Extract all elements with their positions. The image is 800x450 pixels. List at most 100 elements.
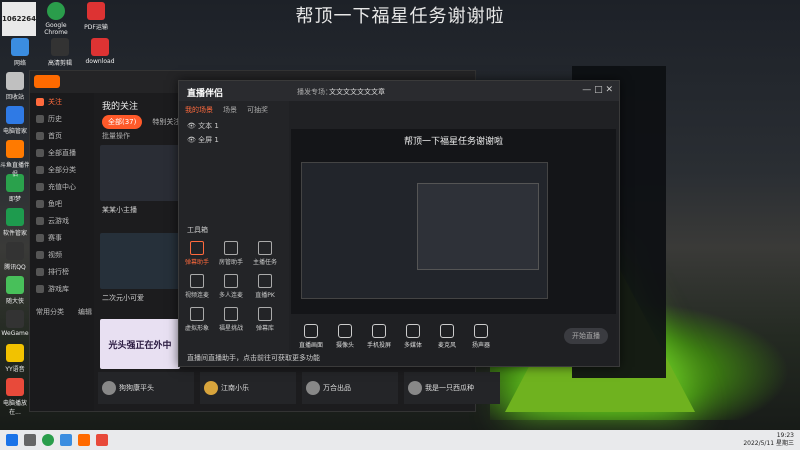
phone-cast-button[interactable]: 手机投屏 [363, 324, 395, 349]
streamer-name[interactable]: 某某小主播 [102, 205, 137, 215]
sidebar-item-video[interactable]: 视频 [30, 246, 94, 263]
edit-link[interactable]: 编辑 [78, 307, 92, 317]
tool-danmaku-lib[interactable]: 弹幕库 [251, 307, 279, 332]
sidebar-item-yuba[interactable]: 鱼吧 [30, 195, 94, 212]
list-item[interactable]: 江南小乐 [200, 372, 296, 404]
sidebar-item-home[interactable]: 首页 [30, 127, 94, 144]
desktop-icon-yy[interactable]: YY语音 [0, 344, 30, 378]
search-icon[interactable] [24, 434, 36, 446]
stream-thumb[interactable] [100, 145, 180, 201]
preview-banner: 帮顶一下福星任务谢谢啦 [403, 137, 503, 147]
sidebar-item-game-lib[interactable]: 游戏库 [30, 280, 94, 297]
desktop-icon-chrome[interactable]: Google Chrome [38, 2, 74, 36]
tab-all[interactable]: 全部(37) [102, 115, 143, 129]
nested-window [417, 183, 539, 270]
mic-button[interactable]: 麦克风 [431, 324, 463, 349]
tool-video-link[interactable]: 视频连麦 [183, 274, 211, 299]
gamepad-icon [36, 284, 44, 293]
tool-pk[interactable]: 直播PK [251, 274, 279, 299]
room-title[interactable]: 文文文文文文文章 [329, 87, 385, 97]
sidebar-item-follow[interactable]: 关注 [30, 93, 94, 110]
sidebar-item-recharge[interactable]: 充值中心 [30, 178, 94, 195]
speaker-icon [474, 324, 488, 338]
group-icon [224, 274, 238, 288]
task-icon [258, 241, 272, 255]
stream-thumb-promo[interactable]: 光头强正在外中 [100, 319, 180, 369]
qq-icon [6, 242, 24, 260]
tab-my-scene[interactable]: 我的场景 [185, 105, 213, 115]
desktop-icon-jimeng[interactable]: 即梦 [0, 174, 30, 208]
speaker-button[interactable]: 扬声器 [465, 324, 497, 349]
corner-id: 1062264 [1, 15, 37, 23]
tool-multi-link[interactable]: 多人连麦 [217, 274, 245, 299]
start-live-button[interactable]: 开始直播 [564, 328, 608, 344]
pdf-icon [87, 2, 105, 20]
sidebar-item-history[interactable]: 历史 [30, 110, 94, 127]
heart-icon [36, 97, 44, 106]
sidebar-item-all-live[interactable]: 全部直播 [30, 144, 94, 161]
notice-text: 直播间直播助手，点击前往可获取更多功能 [187, 354, 320, 362]
desktop-icon-qq[interactable]: 腾讯QQ [0, 242, 30, 276]
edit-app-icon [51, 38, 69, 56]
douyu-logo [34, 75, 60, 88]
trophy-icon [36, 233, 44, 242]
shield-icon [6, 106, 24, 124]
desktop-icon-suidaxia[interactable]: 随大侠 [0, 276, 30, 310]
sidebar-item-events[interactable]: 赛事 [30, 229, 94, 246]
avatar-icon [190, 307, 204, 321]
batch-op[interactable]: 批量操作 [102, 131, 130, 141]
streamer-name[interactable]: 二次元小可爱 [102, 293, 144, 303]
desktop-icon-recycle[interactable]: 回收站 [0, 72, 30, 106]
tool-tasks[interactable]: 主播任务 [251, 241, 279, 266]
desktop-icon-pdf[interactable]: PDF运输 [78, 2, 114, 36]
desktop-second-row: 网络 高清剪辑 download [2, 38, 118, 67]
sidebar-item-cloud-game[interactable]: 云游戏 [30, 212, 94, 229]
start-icon[interactable] [6, 434, 18, 446]
room-title-prefix: 播发专场： [297, 88, 332, 96]
tool-fuxing[interactable]: 福星挑战 [217, 307, 245, 332]
media-button[interactable]: 多媒体 [397, 324, 429, 349]
tab-lottery[interactable]: 可抽奖 [247, 105, 268, 115]
camera-icon [338, 324, 352, 338]
desktop-icon-guard[interactable]: 电脑管家 [0, 106, 30, 140]
window-controls[interactable]: — □ ✕ [582, 85, 613, 95]
list-item[interactable]: 狗狗康平头 [98, 372, 194, 404]
stream-preview[interactable]: 帮顶一下福星任务谢谢啦 [291, 129, 616, 314]
clock-date: 2022/5/11 星期三 [743, 440, 794, 447]
live-icon[interactable] [96, 434, 108, 446]
toolbox-label: 工具箱 [187, 226, 208, 234]
chrome-icon [47, 2, 65, 20]
chrome-icon[interactable] [42, 434, 54, 446]
clock[interactable]: 19:23 2022/5/11 星期三 [743, 432, 794, 448]
source-item[interactable]: 👁 文本 1 [179, 119, 289, 133]
desktop-icon-softmgr[interactable]: 软件管家 [0, 208, 30, 242]
stream-thumb[interactable] [100, 233, 180, 289]
tab-scene[interactable]: 场景 [223, 105, 237, 115]
sidebar-section-common: 常用分类 编辑 [36, 307, 92, 317]
folder-icon[interactable] [60, 434, 72, 446]
wallet-icon [36, 182, 44, 191]
list-item[interactable]: 我是一只西瓜种 [404, 372, 500, 404]
tool-avatar[interactable]: 虚拟形象 [183, 307, 211, 332]
sidebar-item-categories[interactable]: 全部分类 [30, 161, 94, 178]
grid-icon [36, 165, 44, 174]
camera-button[interactable]: 摄像头 [329, 324, 361, 349]
desktop-icon-player[interactable]: 电脑播放在... [0, 378, 30, 416]
list-item[interactable]: 万合出品 [302, 372, 398, 404]
promo-text: 光头强正在外中 [108, 340, 172, 351]
source-item[interactable]: 👁 全屏 1 [179, 133, 289, 147]
ranking-icon [36, 267, 44, 276]
desktop-icon-download[interactable]: download [82, 38, 118, 67]
live-assistant-window: 直播伴侣 播发专场： 文文文文文文文章 — □ ✕ 我的场景 场景 可抽奖 👁 … [178, 80, 620, 367]
sidebar-item-ranking[interactable]: 排行榜 [30, 263, 94, 280]
corner-logo: 1062264 [2, 2, 36, 36]
desktop-icon-wegame[interactable]: WeGame [0, 310, 30, 344]
screen-capture-button[interactable]: 直播画面 [295, 324, 327, 349]
user-icon [224, 241, 238, 255]
douyu-icon[interactable] [78, 434, 90, 446]
desktop-icon-douyu[interactable]: 斗鱼直播伴侣 [0, 140, 30, 178]
tool-room-manager[interactable]: 房管助手 [217, 241, 245, 266]
desktop-icon-network[interactable]: 网络 [2, 38, 38, 67]
tool-danmaku[interactable]: 弹幕助手 [183, 241, 211, 266]
desktop-icon-edit[interactable]: 高清剪辑 [42, 38, 78, 67]
